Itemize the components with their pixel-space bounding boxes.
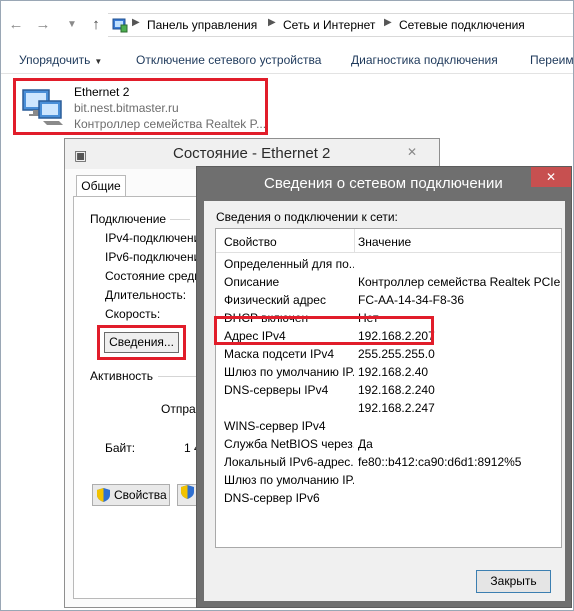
status-dialog-titlebar[interactable]: ▣ Состояние - Ethernet 2 ✕ [65, 139, 439, 169]
table-row[interactable]: Служба NetBIOS через... Да [216, 436, 561, 453]
up-arrow-icon[interactable]: ↑ [86, 15, 106, 35]
row-property: Физический адрес [224, 293, 326, 307]
row-property: Маска подсети IPv4 [224, 347, 335, 361]
ethernet-adapter-item[interactable]: Ethernet 2 bit.nest.bitmaster.ru Контрол… [13, 78, 268, 135]
properties-button[interactable]: Свойства [92, 484, 170, 506]
organize-label: Упорядочить [19, 53, 91, 67]
table-row[interactable]: Шлюз по умолчанию IP... 192.168.2.40 [216, 364, 561, 381]
row-property: Локальный IPv6-адрес... [224, 455, 354, 469]
status-dialog-title: Состояние - Ethernet 2 [173, 145, 331, 162]
address-bar[interactable]: ▶ Панель управления ▶ Сеть и Интернет ▶ … [108, 13, 574, 37]
close-button[interactable]: Закрыть [476, 570, 551, 593]
control-panel-icon [112, 18, 128, 33]
address-bar-area: ← → ▼ ↑ ▶ Панель управления ▶ Сеть и Инт… [0, 0, 574, 46]
row-value: FC-AA-14-34-F8-36 [358, 293, 465, 307]
duration-label: Длительность: [105, 288, 187, 302]
details-dialog-body: Сведения о подключении к сети: Свойство … [204, 201, 565, 601]
breadcrumb-network-connections[interactable]: Сетевые подключения [399, 18, 525, 32]
row-property: WINS-сервер IPv4 [224, 419, 326, 433]
table-row[interactable]: Локальный IPv6-адрес... fe80::b412:ca90:d… [216, 454, 561, 471]
tab-general[interactable]: Общие [76, 175, 126, 197]
details-dialog-title: Сведения о сетевом подключении [264, 175, 503, 192]
row-property: DNS-серверы IPv4 [224, 383, 329, 397]
media-state-label: Состояние среды: [105, 269, 207, 283]
ipv4-connectivity-label: IPv4-подключение [105, 231, 207, 245]
activity-section-label: Активность [90, 369, 154, 383]
table-row[interactable]: Маска подсети IPv4 255.255.255.0 [216, 346, 561, 363]
details-button[interactable]: Сведения... [104, 332, 179, 353]
details-dialog-titlebar[interactable]: Сведения о сетевом подключении ✕ [197, 167, 571, 199]
diagnose-connection-button[interactable]: Диагностика подключения [351, 53, 498, 67]
organize-button[interactable]: Упорядочить ▼ [19, 53, 102, 67]
section-divider [158, 376, 198, 377]
table-row[interactable]: DNS-серверы IPv4 192.168.2.240 [216, 382, 561, 399]
table-row[interactable]: Физический адрес FC-AA-14-34-F8-36 [216, 292, 561, 309]
row-value: 192.168.2.247 [358, 401, 435, 415]
table-header: Свойство Значение [216, 229, 561, 253]
details-table[interactable]: Свойство Значение Определенный для по...… [215, 228, 562, 548]
column-divider[interactable] [354, 229, 355, 253]
row-value: fe80::b412:ca90:d6d1:8912%5 [358, 455, 522, 469]
row-property: Шлюз по умолчанию IP... [224, 473, 354, 487]
table-row[interactable]: WINS-сервер IPv4 [216, 418, 561, 435]
details-caption: Сведения о подключении к сети: [216, 210, 398, 224]
close-icon[interactable]: ✕ [395, 143, 429, 161]
ipv6-connectivity-label: IPv6-подключение [105, 250, 207, 264]
rename-button[interactable]: Переим [530, 53, 574, 67]
connection-section-label: Подключение [90, 212, 167, 226]
disable-device-button[interactable]: Отключение сетевого устройства [136, 53, 321, 67]
table-row[interactable]: Шлюз по умолчанию IP... [216, 472, 561, 489]
adapter-controller: Контроллер семейства Realtek P... [74, 117, 266, 131]
row-property: Описание [224, 275, 280, 289]
row-property: Определенный для по... [224, 257, 354, 271]
table-row[interactable]: 192.168.2.247 [216, 400, 561, 417]
breadcrumb-control-panel[interactable]: Панель управления [147, 18, 257, 32]
breadcrumb-separator-icon: ▶ [384, 17, 392, 28]
column-header-property[interactable]: Свойство [224, 235, 277, 249]
table-row[interactable]: Определенный для по... [216, 256, 561, 273]
row-property: DNS-сервер IPv6 [224, 491, 320, 505]
uac-shield-icon [97, 488, 110, 502]
adapter-name: Ethernet 2 [74, 85, 130, 99]
adapter-domain: bit.nest.bitmaster.ru [74, 101, 179, 115]
close-icon[interactable]: ✕ [531, 167, 571, 187]
command-toolbar: Упорядочить ▼ Отключение сетевого устройс… [0, 46, 574, 74]
network-adapter-icon [22, 89, 63, 125]
section-divider [170, 219, 190, 220]
speed-label: Скорость: [105, 307, 161, 321]
breadcrumb-network-internet[interactable]: Сеть и Интернет [283, 18, 375, 32]
recent-locations-chevron-icon[interactable]: ▼ [62, 15, 82, 35]
details-button-highlight: Сведения... [97, 325, 186, 360]
bytes-label: Байт: [105, 441, 136, 455]
row-property: Служба NetBIOS через... [224, 437, 354, 451]
chevron-down-icon: ▼ [94, 57, 103, 66]
row-value: 192.168.2.240 [358, 383, 435, 397]
uac-shield-icon [181, 485, 194, 499]
column-header-value[interactable]: Значение [358, 235, 411, 249]
row-value: 192.168.2.40 [358, 365, 429, 379]
row-property: Шлюз по умолчанию IP... [224, 365, 354, 379]
connection-details-dialog: Сведения о сетевом подключении ✕ Сведени… [196, 166, 572, 608]
row-value: Контроллер семейства Realtek PCIe G [358, 275, 562, 289]
ipv4-address-highlight [214, 316, 434, 345]
row-value: Да [358, 437, 373, 451]
row-value: 255.255.255.0 [358, 347, 435, 361]
table-row[interactable]: DNS-сервер IPv6 [216, 490, 561, 507]
network-cable-icon: ▣ [74, 147, 88, 163]
breadcrumb-separator-icon: ▶ [132, 17, 140, 28]
table-row[interactable]: Описание Контроллер семейства Realtek PCI… [216, 274, 561, 291]
properties-button-label: Свойства [114, 488, 167, 502]
back-arrow-icon[interactable]: ← [6, 15, 26, 35]
breadcrumb-separator-icon: ▶ [268, 17, 276, 28]
forward-arrow-icon[interactable]: → [33, 15, 53, 35]
